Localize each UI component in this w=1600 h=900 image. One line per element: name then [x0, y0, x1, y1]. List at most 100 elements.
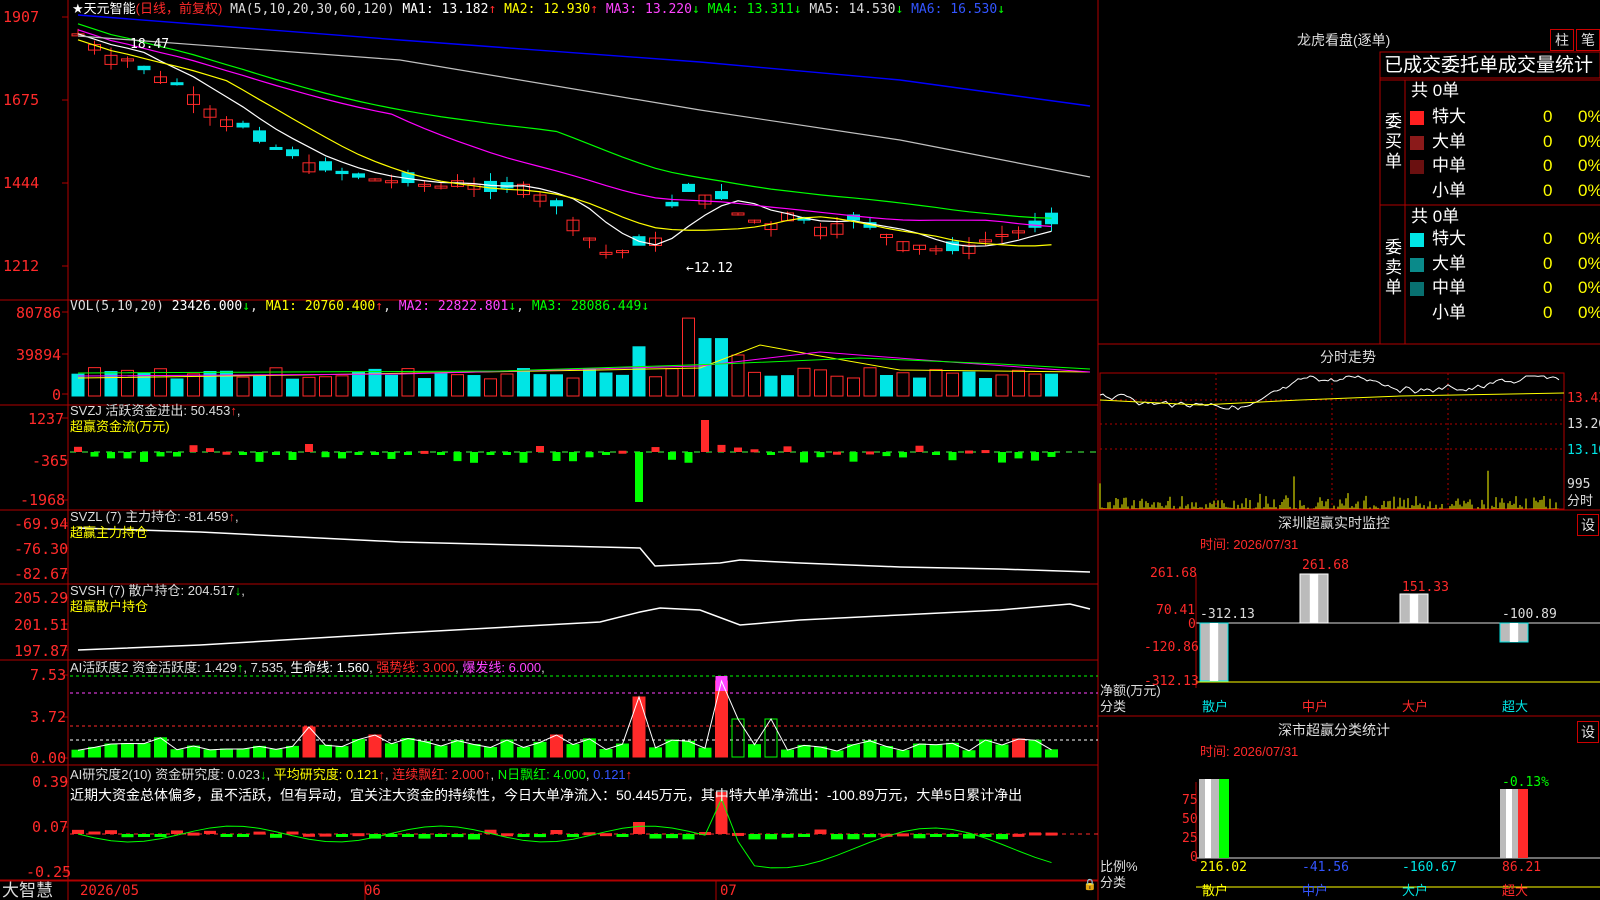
svzl-tick-1: -69.94: [14, 515, 69, 533]
research-bar: [237, 834, 249, 837]
sell-row-name: 大单: [1432, 253, 1466, 273]
kline-chart-canvas[interactable]: [0, 0, 1600, 900]
low-price-label: ←12.12: [686, 261, 733, 276]
sz-bar-large-shine: [1409, 594, 1419, 623]
sell-swatch-0: [1410, 233, 1424, 247]
ai-burst-line: 爆发线: 6.000: [462, 660, 542, 675]
cls-val-4: 86.21: [1502, 860, 1542, 875]
svzj-bar: [668, 452, 676, 460]
volume-bar: [104, 371, 118, 397]
intraday-tick-2: 13.26: [1567, 417, 1600, 432]
cls-settings-button[interactable]: 设: [1577, 721, 1599, 743]
ai-active-bar: [781, 749, 794, 758]
intraday-title: 分时走势: [1320, 349, 1376, 365]
ai-active-bar: [533, 741, 547, 758]
buy-swatch-3: [1410, 184, 1424, 199]
candle-body: [137, 65, 151, 71]
price-tick-3: 1444: [3, 174, 40, 192]
research-bar: [748, 834, 761, 840]
ai-active-bar: [962, 750, 976, 758]
candle-body: [1028, 220, 1042, 228]
lock-icon[interactable]: 🔒: [1083, 879, 1097, 890]
ai-active-bar: [401, 738, 415, 758]
buy-row-pct: 0%: [1578, 180, 1600, 200]
ai-active-bar: [104, 743, 118, 758]
ai-active-label: AI活跃度2 资金活跃度: 1.429: [70, 660, 237, 675]
sz-time: 时间: 2026/07/31: [1200, 537, 1299, 552]
buy-swatch-1: [1410, 135, 1424, 150]
research-bar: [913, 834, 926, 839]
svzj-bar: [734, 447, 742, 452]
research-bar: [666, 834, 678, 839]
volume-bar: [583, 368, 596, 397]
ai-active-bar: [451, 740, 464, 758]
volume-bar: [682, 317, 695, 397]
svzj-bar: [107, 452, 115, 459]
vol-ma2: MA2: 22822.801: [398, 299, 509, 314]
svzj-bar: [536, 446, 544, 452]
tick-mode-button[interactable]: 笔: [1576, 29, 1600, 51]
stats-title: 已成交委托单成交量统计: [1384, 55, 1594, 76]
sz-val-1: -312.13: [1200, 607, 1255, 622]
stock-name[interactable]: ★天元智能: [72, 1, 136, 16]
ai-active-bar: [88, 746, 101, 758]
ai-avg-research: 平均研究度: 0.121: [273, 767, 379, 782]
buy-row-pct: 0%: [1578, 156, 1600, 175]
volume-bar: [929, 368, 943, 397]
svsh-line: [77, 603, 1091, 651]
ai-active-bar: [929, 744, 943, 758]
buy-swatch-2: [1410, 160, 1424, 174]
vol-tick-1: 80786: [16, 304, 62, 322]
x-label-jul: 07: [720, 883, 737, 899]
svzj-bar: [387, 452, 396, 459]
research-bar: [831, 834, 843, 840]
research-bar: [1029, 832, 1041, 836]
volume-bar: [962, 371, 976, 397]
ai-research-label: AI研究度2(10) 资金研究度: 0.023: [70, 767, 260, 782]
ai-active-bar: [896, 750, 910, 758]
sell-row-qty: 0: [1543, 278, 1553, 297]
ma6-value: MA6: 16.530: [911, 2, 998, 17]
research-bar: [121, 834, 134, 838]
svzj-bar: [486, 452, 495, 455]
volume-bar: [187, 373, 200, 397]
candle-body: [269, 146, 283, 150]
buy-row-qty: 0: [1543, 156, 1553, 175]
svzj-bar: [965, 450, 973, 454]
ma6-arrow: ↓: [997, 2, 1006, 17]
svzj-bar: [404, 452, 412, 455]
sz-tick-1: 261.68: [1150, 566, 1197, 581]
volume-bar: [88, 367, 101, 397]
volume-bar: [665, 368, 679, 397]
candle-body: [665, 201, 679, 207]
volume-bar: [946, 372, 959, 397]
ai-active-bar: [220, 748, 233, 758]
ai-active-bar: [121, 743, 134, 758]
svsh-label: SVSH (7) 散户持仓: 204.517: [70, 583, 235, 598]
ai-active-bar: [467, 743, 481, 758]
volume-bar: [352, 371, 365, 397]
ma3-value: MA3: 13.220: [605, 2, 692, 17]
sz-cat-4: 超大: [1502, 699, 1529, 714]
volume-bar: [797, 367, 811, 397]
sz-val-2: 261.68: [1302, 558, 1349, 573]
ma5-arrow: ↓: [895, 2, 904, 17]
research-bar: [946, 834, 959, 837]
research-bar: [435, 834, 447, 837]
volume-bar: [632, 346, 646, 397]
svsh-tick-2: 201.51: [14, 616, 69, 634]
svzj-bar: [74, 446, 82, 452]
ai-active-bar: [71, 749, 85, 758]
svzj-bar: [255, 452, 264, 462]
ai-active-bar: [484, 746, 497, 758]
svzj-bar: [156, 452, 165, 457]
sz-settings-button[interactable]: 设: [1577, 514, 1599, 536]
svzj-bar: [470, 452, 478, 463]
chart-mode[interactable]: (日线，前复权): [136, 1, 223, 16]
ai-research-arrow: ↓: [260, 767, 267, 782]
price-tick-2: 1675: [3, 91, 40, 109]
bar-mode-button[interactable]: 柱: [1550, 29, 1574, 51]
ma4-value: MA4: 13.311: [707, 2, 794, 17]
svzj-bar: [651, 447, 660, 452]
cls-top-label: -0.13%: [1502, 775, 1549, 790]
